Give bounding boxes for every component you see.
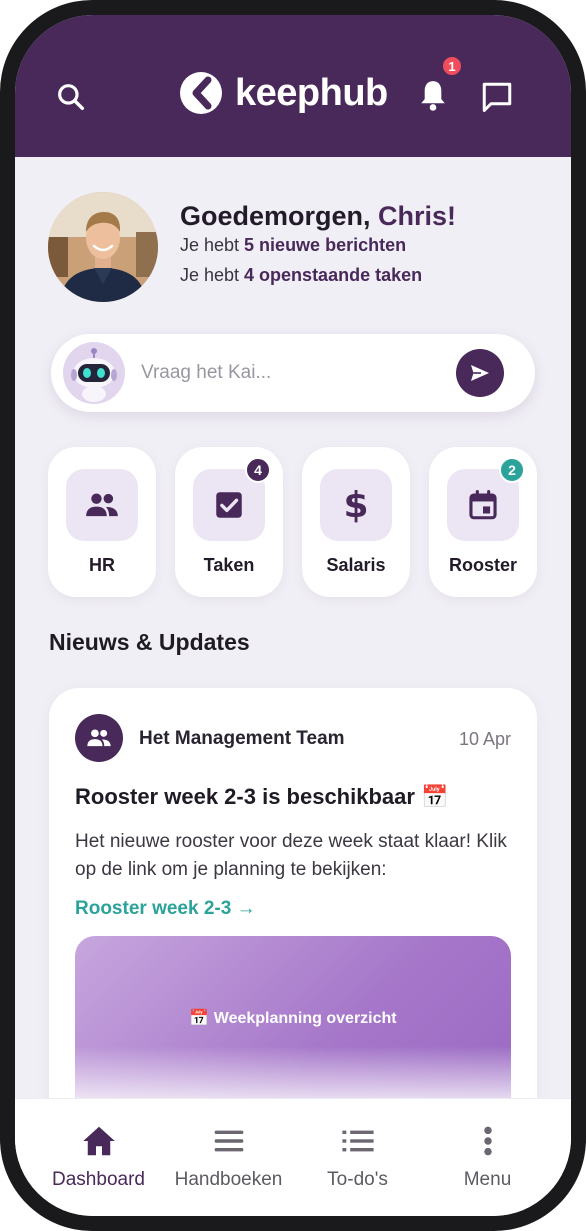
preview-caption: 📅 Weekplanning overzicht	[189, 1010, 397, 1027]
messages-summary-prefix: Je hebt	[180, 235, 245, 255]
tasks-summary-prefix: Je hebt	[180, 265, 245, 285]
list-icon	[288, 1123, 427, 1159]
dollar-icon: $	[320, 469, 392, 541]
tasks-summary: Je hebt 4 openstaande taken	[180, 265, 422, 286]
news-card[interactable]: Het Management Team 10 Apr Rooster week …	[49, 688, 537, 1128]
people-icon	[66, 469, 138, 541]
tile-salaris[interactable]: $ Salaris	[302, 447, 410, 597]
post-author: Het Management Team	[139, 728, 345, 749]
avatar[interactable]	[48, 192, 158, 302]
assistant-bar	[51, 334, 535, 412]
brand-name: keephub	[235, 71, 388, 114]
keephub-logo-icon	[180, 72, 222, 114]
section-title: Nieuws & Updates	[49, 629, 250, 655]
nav-menu[interactable]: Menu	[418, 1123, 557, 1191]
ask-kai-input[interactable]	[141, 356, 441, 390]
more-vertical-icon	[418, 1123, 557, 1159]
send-icon	[471, 365, 489, 381]
post-link[interactable]: Rooster week 2-3 →	[75, 898, 256, 920]
messages-summary: Je hebt 5 nieuwe berichten	[180, 235, 406, 256]
nav-label: Menu	[463, 1169, 512, 1190]
notification-badge: 1	[441, 55, 463, 77]
nav-label: To-do's	[327, 1169, 388, 1190]
nav-todos[interactable]: To-do's	[288, 1123, 427, 1191]
nav-label: Dashboard	[52, 1169, 145, 1190]
user-name: Chris!	[378, 201, 457, 231]
keephub-logo: keephub	[177, 69, 388, 117]
tile-rooster[interactable]: 2 Rooster	[429, 447, 537, 597]
tasks-count-link[interactable]: 4 openstaande taken	[244, 265, 422, 285]
greeting-prefix: Goedemorgen,	[180, 201, 379, 231]
tile-label: Rooster	[448, 555, 517, 575]
hamburger-icon	[159, 1123, 298, 1159]
tile-badge: 4	[245, 457, 271, 483]
post-preview-image[interactable]: 📅 Weekplanning overzicht	[75, 936, 511, 1116]
home-icon	[29, 1123, 168, 1159]
nav-label: Handboeken	[174, 1169, 283, 1190]
bottom-nav: Dashboard Handboeken To-do's Menu	[15, 1098, 571, 1216]
messages-count-link[interactable]: 5 nieuwe berichten	[244, 235, 406, 255]
team-icon	[75, 714, 123, 762]
nav-handboeken[interactable]: Handboeken	[159, 1123, 298, 1191]
app-screen: keephub 1 Goedemorgen, Chris! Je hebt 5 …	[15, 15, 571, 1216]
tile-taken[interactable]: 4 Taken	[175, 447, 283, 597]
tile-badge: 2	[499, 457, 525, 483]
app-header: keephub 1	[15, 15, 571, 157]
tile-hr[interactable]: HR	[48, 447, 156, 597]
post-body: Het nieuwe rooster voor deze week staat …	[75, 831, 507, 880]
nav-dashboard[interactable]: Dashboard	[29, 1123, 168, 1191]
post-title: Rooster week 2-3 is beschikbaar 📅	[75, 784, 449, 809]
greeting-title: Goedemorgen, Chris!	[180, 201, 456, 232]
tile-label: Salaris	[326, 555, 386, 575]
chat-icon[interactable]	[475, 75, 519, 119]
send-button[interactable]	[456, 349, 504, 397]
search-icon[interactable]	[51, 77, 91, 117]
kai-robot-icon	[63, 342, 125, 404]
phone-frame: keephub 1 Goedemorgen, Chris! Je hebt 5 …	[0, 0, 586, 1231]
post-date: 10 Apr	[458, 729, 511, 749]
tile-label: HR	[89, 555, 115, 575]
bell-icon[interactable]	[411, 73, 455, 117]
tile-label: Taken	[203, 555, 255, 575]
